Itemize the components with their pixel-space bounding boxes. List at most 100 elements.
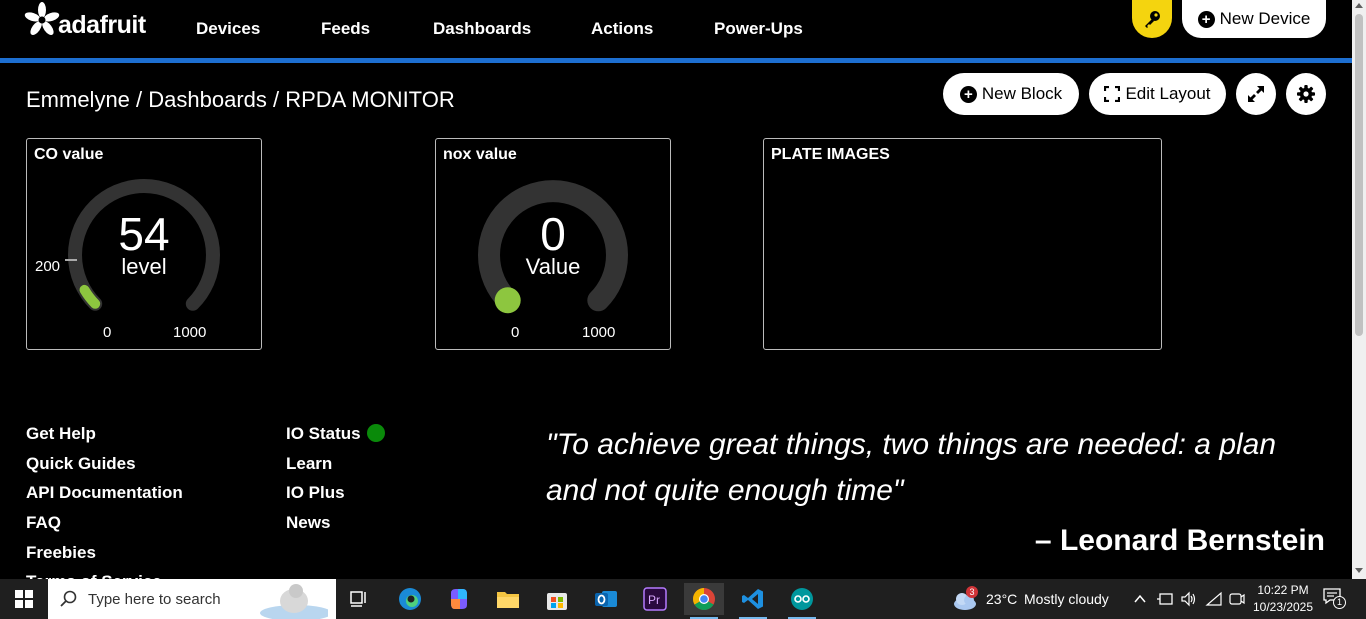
expand-icon — [1248, 86, 1264, 102]
block-title: PLATE IMAGES — [771, 146, 890, 163]
gauge-min-label: 0 — [103, 324, 112, 341]
nav-accent-bar — [0, 58, 1352, 63]
new-block-label: New Block — [981, 84, 1063, 103]
snow-leopard-image — [260, 584, 328, 619]
system-clock[interactable]: 10:22 PM 10/23/2025 — [1248, 582, 1318, 616]
edit-layout-button[interactable]: Edit Layout — [1089, 73, 1226, 115]
co-gauge-block[interactable]: CO value 54 level 200 0 1000 — [26, 138, 262, 350]
nox-gauge-block[interactable]: nox value 0 Value 0 1000 — [435, 138, 671, 350]
io-status-label: IO Status — [286, 424, 361, 443]
arduino-icon — [791, 588, 813, 610]
logo[interactable]: adafruit — [24, 0, 146, 40]
store-icon — [547, 593, 567, 610]
task-view-icon — [350, 591, 366, 607]
new-device-button[interactable]: + New Device — [1182, 0, 1326, 38]
footer-quote: "To achieve great things, two things are… — [546, 428, 1277, 507]
gauge-value: 54 — [118, 208, 170, 260]
weather-badge: 3 — [966, 586, 978, 598]
task-view-button[interactable] — [340, 583, 380, 615]
nav-devices[interactable]: Devices — [196, 19, 260, 39]
edge-icon — [399, 588, 421, 610]
chrome-app[interactable] — [684, 583, 724, 619]
new-block-button[interactable]: + New Block — [943, 73, 1079, 115]
scroll-thumb[interactable] — [1355, 14, 1363, 336]
premiere-app[interactable]: Pr — [635, 583, 675, 615]
nav-actions[interactable]: Actions — [591, 19, 653, 39]
notification-center-button[interactable]: 1 — [1322, 587, 1348, 611]
settings-button[interactable] — [1286, 73, 1326, 115]
adafruit-flower-icon — [24, 2, 60, 35]
gauge-marker-label: 200 — [35, 258, 61, 275]
gauge-max-label: 1000 — [582, 324, 616, 341]
key-icon — [1145, 11, 1160, 28]
plus-circle-icon: + — [959, 85, 977, 103]
file-explorer-app[interactable] — [488, 583, 528, 615]
start-button[interactable] — [0, 579, 48, 619]
gauge-min-label: 0 — [511, 324, 520, 341]
gauge-label: Value — [525, 254, 581, 279]
footer-link-news[interactable]: News — [286, 513, 330, 533]
weather-description[interactable]: Mostly cloudy — [1024, 591, 1109, 607]
edge-app[interactable] — [390, 583, 430, 615]
footer-link-faq[interactable]: FAQ — [26, 513, 61, 533]
page-scrollbar[interactable] — [1352, 0, 1366, 580]
plus-circle-icon: + — [1197, 10, 1215, 28]
store-app[interactable] — [537, 583, 577, 615]
vscode-app[interactable] — [733, 583, 773, 619]
new-device-label: New Device — [1219, 9, 1311, 28]
meet-now-icon[interactable] — [1228, 591, 1246, 607]
gauge-label: level — [121, 254, 167, 279]
clock-date: 10/23/2025 — [1252, 600, 1314, 614]
footer-link-api-docs[interactable]: API Documentation — [26, 483, 183, 503]
svg-text:Pr: Pr — [648, 593, 660, 607]
arduino-app[interactable] — [782, 583, 822, 619]
nav-power-ups[interactable]: Power-Ups — [714, 19, 803, 39]
scroll-up-arrow-icon[interactable] — [1355, 3, 1363, 8]
gauge-fill — [494, 287, 521, 314]
battery-plug-icon[interactable] — [1156, 591, 1174, 607]
brand-name: adafruit — [58, 10, 146, 39]
edit-layout-label: Edit Layout — [1125, 84, 1211, 103]
premiere-icon: Pr — [643, 587, 667, 611]
edit-layout-icon — [1104, 86, 1121, 102]
windows-logo-icon — [15, 590, 33, 608]
scroll-down-arrow-icon[interactable] — [1355, 568, 1363, 573]
weather-widget[interactable]: 3 — [950, 585, 982, 613]
top-nav: adafruit Devices Feeds Dashboards Action… — [0, 0, 1352, 58]
footer-link-quick-guides[interactable]: Quick Guides — [26, 454, 136, 474]
folder-icon — [497, 592, 519, 608]
plate-images-block[interactable]: PLATE IMAGES — [763, 138, 1162, 350]
notification-count: 1 — [1333, 596, 1346, 609]
taskbar: Type here to search Pr 3 23°C Mostly clo… — [0, 579, 1366, 619]
search-icon — [60, 590, 77, 607]
gauge-value: 0 — [540, 208, 566, 260]
footer-link-get-help[interactable]: Get Help — [26, 424, 96, 444]
taskbar-search[interactable]: Type here to search — [48, 579, 336, 619]
quote-author: – Leonard Bernstein — [1034, 524, 1325, 557]
weather-temp[interactable]: 23°C — [986, 591, 1017, 607]
footer-link-io-plus[interactable]: IO Plus — [286, 483, 345, 503]
copilot-icon — [451, 589, 467, 609]
api-key-button[interactable] — [1132, 0, 1172, 38]
status-dot-icon — [366, 424, 385, 442]
copilot-app[interactable] — [439, 583, 479, 615]
footer-link-freebies[interactable]: Freebies — [26, 543, 96, 563]
wifi-icon[interactable] — [1205, 591, 1223, 607]
footer-link-io-status[interactable]: IO Status — [286, 424, 385, 444]
nav-feeds[interactable]: Feeds — [321, 19, 370, 39]
clock-time: 10:22 PM — [1257, 583, 1309, 597]
outlook-app[interactable] — [586, 583, 626, 615]
breadcrumb[interactable]: Emmelyne / Dashboards / RPDA MONITOR — [26, 87, 455, 113]
footer-link-learn[interactable]: Learn — [286, 454, 332, 474]
nav-dashboards[interactable]: Dashboards — [433, 19, 531, 39]
chrome-icon — [693, 588, 715, 610]
volume-icon[interactable] — [1180, 591, 1198, 607]
gauge-max-label: 1000 — [173, 324, 207, 341]
search-placeholder: Type here to search — [88, 590, 221, 608]
page: adafruit Devices Feeds Dashboards Action… — [0, 0, 1366, 619]
vscode-icon — [742, 589, 763, 609]
gear-icon — [1297, 85, 1315, 103]
outlook-icon — [595, 591, 617, 607]
chevron-up-icon[interactable] — [1133, 592, 1147, 606]
fullscreen-button[interactable] — [1236, 73, 1276, 115]
